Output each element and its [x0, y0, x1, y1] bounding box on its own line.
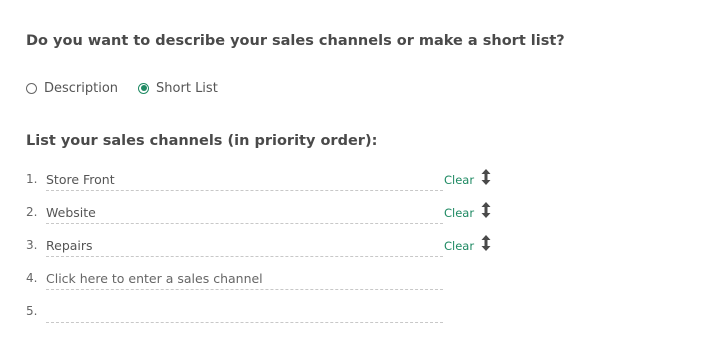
channel-placeholder[interactable]: Click here to enter a sales channel — [46, 271, 263, 286]
vertical-drag-arrows-icon[interactable] — [481, 235, 491, 251]
vertical-drag-arrows-icon[interactable] — [481, 202, 491, 218]
list-item: 5. — [26, 296, 506, 329]
description-radio-option[interactable]: Description — [26, 81, 118, 96]
row-number: 4. — [26, 271, 38, 285]
list-item: 3. Repairs Clear — [26, 230, 506, 263]
short-list-radio-button[interactable] — [138, 82, 150, 94]
description-radio-label[interactable]: Description — [44, 81, 118, 96]
list-item: 1. Store Front Clear — [26, 164, 506, 197]
short-list-radio-label[interactable]: Short List — [156, 81, 218, 96]
clear-button[interactable]: Clear — [444, 239, 474, 253]
row-number: 1. — [26, 172, 38, 186]
short-list-radio-option[interactable]: Short List — [138, 81, 218, 96]
channel-input[interactable]: Repairs — [46, 233, 443, 257]
channel-input[interactable]: Website — [46, 200, 443, 224]
list-heading: List your sales channels (in priority or… — [26, 133, 378, 149]
channel-value[interactable]: Repairs — [46, 238, 93, 253]
format-radio-group: Description Short List — [26, 79, 218, 97]
sales-channels-form: Do you want to describe your sales chann… — [0, 0, 712, 352]
list-item: 2. Website Clear — [26, 197, 506, 230]
channel-value[interactable]: Store Front — [46, 172, 115, 187]
row-number: 5. — [26, 304, 38, 318]
clear-button[interactable]: Clear — [444, 206, 474, 220]
sales-channel-list: 1. Store Front Clear 2. Website Clear 3.… — [26, 164, 506, 329]
channel-input[interactable] — [46, 299, 443, 323]
row-number: 2. — [26, 205, 38, 219]
channel-input[interactable]: Store Front — [46, 167, 443, 191]
vertical-drag-arrows-icon[interactable] — [481, 169, 491, 185]
question-heading: Do you want to describe your sales chann… — [26, 33, 565, 49]
row-number: 3. — [26, 238, 38, 252]
list-item: 4. Click here to enter a sales channel — [26, 263, 506, 296]
channel-value[interactable]: Website — [46, 205, 96, 220]
channel-input[interactable]: Click here to enter a sales channel — [46, 266, 443, 290]
description-radio-button[interactable] — [26, 82, 37, 94]
clear-button[interactable]: Clear — [444, 173, 474, 187]
